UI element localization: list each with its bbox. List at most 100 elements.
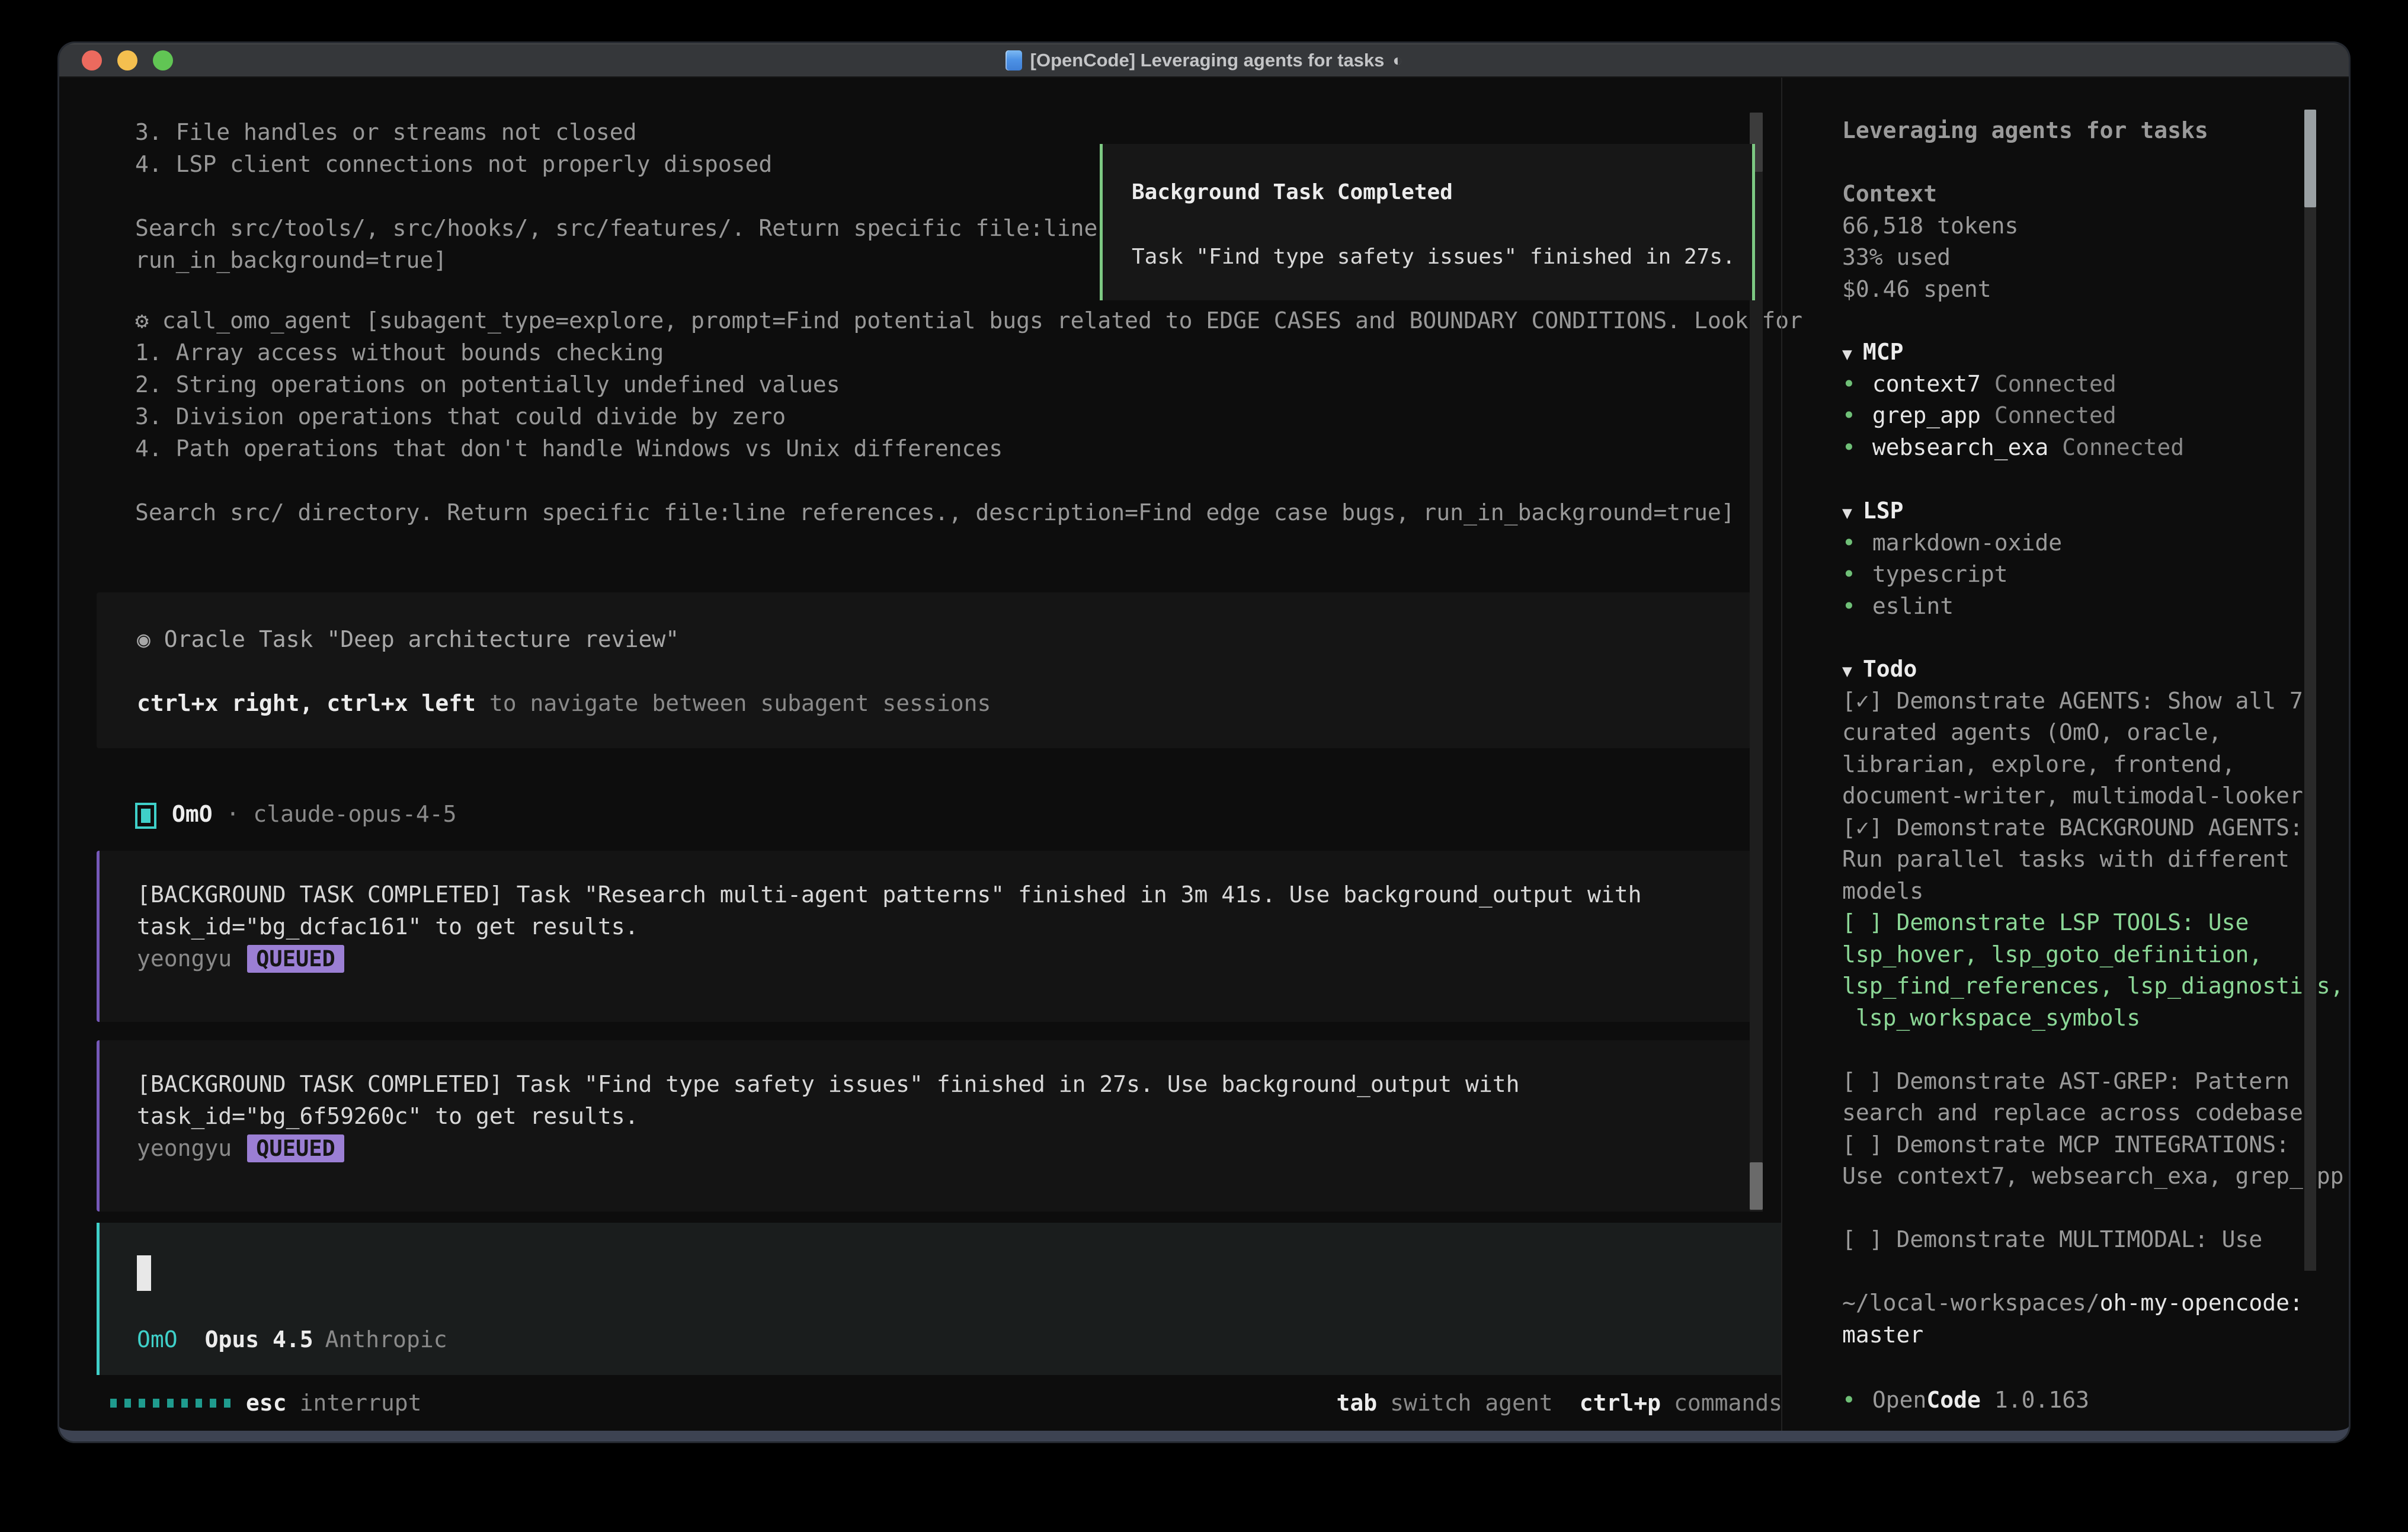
titlebar[interactable]: [OpenCode] Leveraging agents for tasks ◐ (59, 43, 2349, 78)
todo-line-done: [✓] Demonstrate BACKGROUND AGENTS: (1842, 812, 2343, 844)
message-card: [BACKGROUND TASK COMPLETED] Task "Resear… (97, 851, 1758, 1022)
lsp-section: ▼ LSP •markdown-oxide • typescript •eslint (1842, 495, 2062, 622)
todo-line-active: [ ] Demonstrate LSP TOOLS: Use (1842, 907, 2343, 939)
scrollbar-thumb[interactable] (2304, 110, 2316, 207)
todo-section: ▼Todo [✓] Demonstrate AGENTS: Show all 7… (1842, 653, 2343, 1256)
esc-key: esc (246, 1387, 287, 1419)
scrollbar-thumb[interactable] (1750, 1162, 1763, 1210)
lsp-item: •markdown-oxide (1842, 527, 2062, 559)
app-name-bold: Code (1926, 1387, 1981, 1413)
mcp-heading[interactable]: ▼ MCP (1842, 336, 2184, 368)
message-line: [BACKGROUND TASK COMPLETED] Task "Resear… (137, 879, 1641, 911)
lsp-name: eslint (1872, 593, 1954, 619)
message-line: [BACKGROUND TASK COMPLETED] Task "Find t… (137, 1068, 1520, 1100)
kbd-ctrlx-left: ctrl+x left (326, 690, 476, 716)
message-line: task_id="bg_6f59260c" to get results. (137, 1100, 1520, 1132)
gear-icon: ⚙ (135, 307, 149, 334)
zoom-button[interactable] (153, 50, 173, 70)
todo-line-active: lsp_workspace_symbols (1842, 1002, 2343, 1034)
status-dot-icon: • (1842, 561, 1856, 587)
esc-label: interrupt (300, 1387, 422, 1419)
mcp-status: Connected (1994, 402, 2116, 428)
mcp-item: • grep_app Connected (1842, 400, 2184, 432)
lsp-heading-label: LSP (1863, 498, 1904, 524)
tool-call-line: 2. String operations on potentially unde… (135, 368, 1802, 400)
mcp-heading-label: MCP (1863, 339, 1904, 365)
version-section: •OpenCode 1.0.163 (1842, 1384, 2089, 1416)
sidebar-scrollbar[interactable] (2304, 110, 2316, 1271)
chevron-down-icon: ▼ (1842, 503, 1852, 523)
agent-header: OmO · claude-opus-4-5 (135, 798, 456, 830)
fisheye-icon: ◉ (137, 626, 150, 652)
message-author: yeongyu (137, 1135, 232, 1161)
minimize-button[interactable] (117, 50, 137, 70)
message-author: yeongyu (137, 946, 232, 972)
todo-line-active: lsp_hover, lsp_goto_definition, (1842, 939, 2343, 971)
search-line-wrap: Search src/ directory. Return specific f… (135, 496, 1735, 528)
half-circle-icon: ◐ (1392, 51, 1402, 70)
session-title: Leveraging agents for tasks (1842, 115, 2208, 147)
pane-divider (1781, 78, 1782, 1431)
scrollback-line: run_in_background=true] (135, 244, 1097, 276)
todo-line-done: librarian, explore, frontend, (1842, 749, 2343, 781)
app-window: [OpenCode] Leveraging agents for tasks ◐… (59, 43, 2349, 1441)
ctrlp-label: commands (1674, 1387, 1782, 1419)
mcp-status: Connected (1994, 371, 2116, 397)
status-bar: esc interrupt tab switch agent ctrl+p co… (110, 1387, 1782, 1419)
todo-line-active: lsp_find_references, lsp_diagnostics, (1842, 970, 2343, 1002)
window-title: [OpenCode] Leveraging agents for tasks (1030, 50, 1385, 71)
text-cursor (137, 1255, 151, 1291)
tool-call-text: call_omo_agent [subagent_type=explore, p… (162, 307, 1802, 334)
tool-call-line: 1. Array access without bounds checking (135, 336, 1802, 368)
scrollback-line: 4. LSP client connections not properly d… (135, 148, 1097, 180)
todo-line-done: models (1842, 876, 2343, 908)
composer-model[interactable]: Opus 4.5 (205, 1326, 313, 1352)
app-version: 1.0.163 (1994, 1387, 2089, 1413)
context-spent: $0.46 spent (1842, 274, 2018, 306)
oracle-hint-text: to navigate between subagent sessions (476, 690, 991, 716)
status-dot-icon: • (1842, 434, 1856, 460)
agent-name: OmO (172, 801, 213, 827)
tool-call-block: ⚙ call_omo_agent [subagent_type=explore,… (135, 305, 1802, 464)
mcp-item: •context7 Connected (1842, 368, 2184, 400)
status-dot-icon: • (1842, 402, 1856, 428)
todo-heading[interactable]: ▼Todo (1842, 653, 2343, 685)
message-line: task_id="bg_dcfac161" to get results. (137, 911, 1641, 943)
terminal-content: 3. File handles or streams not closed 4.… (59, 43, 2349, 1431)
todo-line-pending: [ ] Demonstrate MULTIMODAL: Use (1842, 1224, 2343, 1256)
lsp-heading[interactable]: ▼ LSP (1842, 495, 2062, 527)
lsp-item: • typescript (1842, 559, 2062, 591)
composer-agent[interactable]: OmO (137, 1326, 178, 1352)
message-card: [BACKGROUND TASK COMPLETED] Task "Find t… (97, 1040, 1758, 1212)
lsp-name: markdown-oxide (1872, 530, 2062, 556)
context-heading: Context (1842, 178, 2018, 210)
document-icon (1006, 50, 1022, 70)
todo-line-done: [✓] Demonstrate AGENTS: Show all 7 (1842, 685, 2343, 717)
composer-provider: Anthropic (325, 1326, 447, 1352)
workspace-path-name: oh-my-opencode: (2100, 1290, 2303, 1316)
mcp-section: ▼ MCP •context7 Connected • grep_app Conne… (1842, 336, 2184, 463)
notification-title: Background Task Completed (1132, 177, 1453, 209)
todo-line-pending: Use context7, websearch_exa, grep_app (1842, 1161, 2343, 1193)
status-dot-icon: • (1842, 371, 1856, 397)
chevron-down-icon: ▼ (1842, 344, 1852, 364)
todo-line-done: curated agents (OmO, oracle, (1842, 717, 2343, 749)
workspace-section: ~/local-workspaces/oh-my-opencode: maste… (1842, 1287, 2303, 1351)
composer-input[interactable]: OmO Opus 4.5 Anthropic (97, 1223, 1782, 1375)
mcp-item: •websearch_exa Connected (1842, 432, 2184, 464)
lsp-name: typescript (1872, 561, 2008, 587)
search-line: Search src/ directory. Return specific f… (135, 496, 1735, 528)
todo-line-pending: [ ] Demonstrate MCP INTEGRATIONS: (1842, 1129, 2343, 1161)
todo-line-done: Run parallel tasks with different (1842, 844, 2343, 876)
mcp-status: Connected (2062, 434, 2184, 460)
mcp-name: grep_app (1872, 402, 1981, 428)
lsp-item: •eslint (1842, 591, 2062, 623)
oracle-task-box: ◉ Oracle Task "Deep architecture review"… (97, 592, 1758, 748)
scrollback: 3. File handles or streams not closed 4.… (135, 116, 1097, 276)
spinner-dots-icon (110, 1399, 230, 1408)
context-used: 33% used (1842, 242, 2018, 274)
close-button[interactable] (82, 50, 102, 70)
window-title-wrap: [OpenCode] Leveraging agents for tasks ◐ (1006, 50, 1403, 71)
notification-body: Task "Find type safety issues" finished … (1132, 241, 1735, 273)
separator-dot: · (226, 801, 240, 827)
